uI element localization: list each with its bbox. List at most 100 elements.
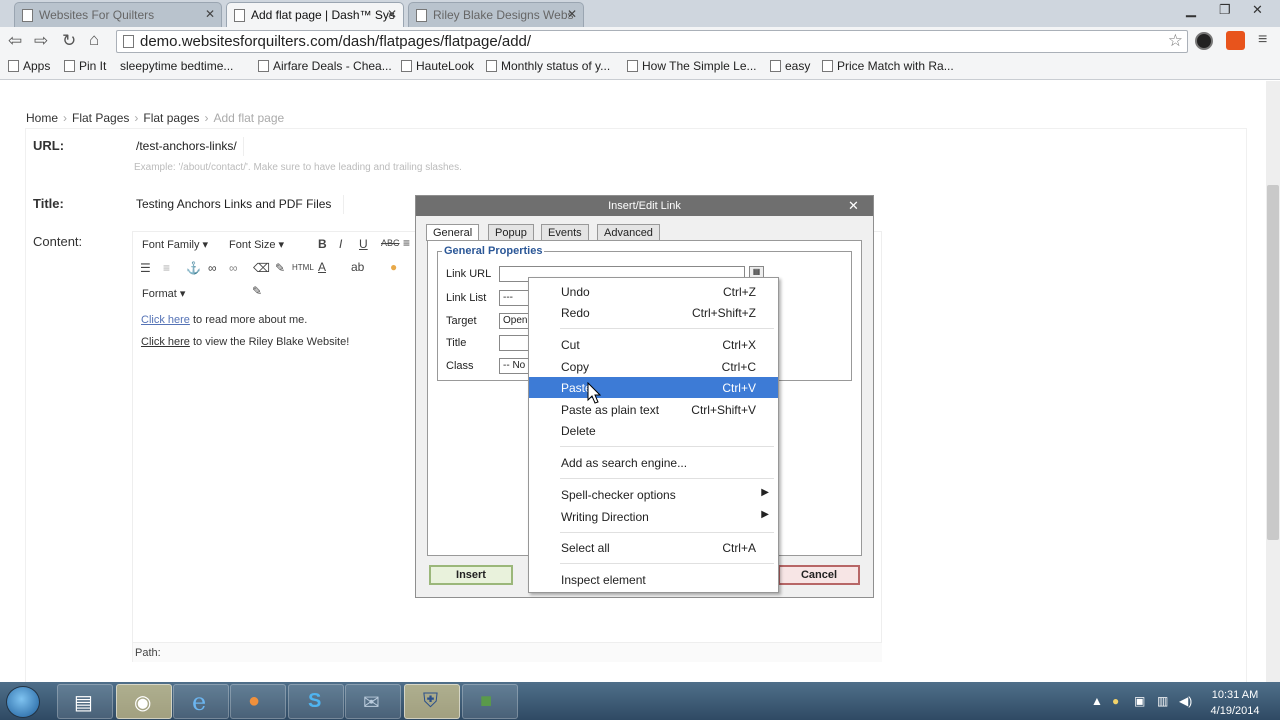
taskbar-chrome[interactable]: ◉ xyxy=(116,684,172,719)
chrome-menu-icon[interactable]: ≡ xyxy=(1258,31,1272,49)
breadcrumb-home[interactable]: Home xyxy=(26,111,58,125)
menu-item-inspect-element[interactable]: Inspect element xyxy=(529,569,778,590)
menu-item-add-search-engine[interactable]: Add as search engine... xyxy=(529,452,778,473)
breadcrumb-current: Add flat page xyxy=(213,111,285,125)
tab-websites-for-quilters[interactable]: Websites For Quilters ✕ xyxy=(14,2,222,27)
close-tab-icon[interactable]: ✕ xyxy=(387,7,397,21)
tab-add-flat-page[interactable]: Add flat page | Dash™ Sys ✕ xyxy=(226,2,404,27)
format-select[interactable]: Format ▾ xyxy=(142,287,185,300)
taskbar-explorer[interactable]: ▤ xyxy=(57,684,113,719)
bold-icon[interactable]: B xyxy=(318,237,327,251)
extension-icon[interactable] xyxy=(1195,32,1213,50)
tab-events[interactable]: Events xyxy=(541,224,589,241)
anchor-icon[interactable]: ⚓ xyxy=(186,261,201,275)
edit-icon[interactable]: ✎ xyxy=(252,284,262,298)
editor-link-2[interactable]: Click here xyxy=(141,336,190,348)
page-icon xyxy=(627,60,638,72)
highlight-color-icon[interactable]: ab xyxy=(351,260,364,274)
close-icon[interactable]: ✕ xyxy=(848,198,859,214)
bookmark-star-icon[interactable]: ☆ xyxy=(1168,31,1183,51)
menu-item-cut[interactable]: Cut Ctrl+X xyxy=(529,334,778,355)
back-icon[interactable]: ⇦ xyxy=(8,31,22,51)
close-window-icon[interactable]: ✕ xyxy=(1252,2,1263,18)
insert-button[interactable]: Insert xyxy=(429,565,513,585)
title-input[interactable]: Testing Anchors Links and PDF Files xyxy=(132,195,344,214)
volume-icon[interactable]: ◀) xyxy=(1179,694,1192,708)
tray-device-icon[interactable]: ▣ xyxy=(1134,694,1145,708)
italic-icon[interactable]: I xyxy=(339,237,342,251)
title-field-input[interactable] xyxy=(499,335,529,351)
scrollbar-thumb[interactable] xyxy=(1267,185,1279,540)
tab-popup[interactable]: Popup xyxy=(488,224,534,241)
bookmark-airfare[interactable]: Airfare Deals - Chea... xyxy=(258,59,392,73)
menu-item-copy[interactable]: Copy Ctrl+C xyxy=(529,356,778,377)
cancel-button[interactable]: Cancel xyxy=(778,565,860,585)
bookmark-how-the-simple[interactable]: How The Simple Le... xyxy=(627,59,757,73)
menu-item-redo[interactable]: Redo Ctrl+Shift+Z xyxy=(529,302,778,323)
editor-text-2: to view the Riley Blake Website! xyxy=(189,336,350,348)
cleanup-icon[interactable]: ⌫ xyxy=(253,261,270,275)
tab-advanced[interactable]: Advanced xyxy=(597,224,660,241)
unlink-icon[interactable]: ∞ xyxy=(229,261,238,275)
menu-item-writing-direction[interactable]: Writing Direction ▶ xyxy=(529,506,778,527)
show-hidden-icons[interactable]: ▲ xyxy=(1091,694,1103,708)
html-source-icon[interactable]: HTML xyxy=(292,263,314,272)
taskbar-app[interactable]: ✉ xyxy=(345,684,401,719)
bullet-list-icon[interactable]: ☰ xyxy=(140,261,151,275)
text-color-icon[interactable]: A xyxy=(318,260,326,274)
menu-item-undo[interactable]: Undo Ctrl+Z xyxy=(529,281,778,302)
tab-general[interactable]: General xyxy=(426,224,480,241)
address-bar[interactable]: demo.websitesforquilters.com/dash/flatpa… xyxy=(116,30,1188,53)
bookmark-easy[interactable]: easy xyxy=(770,59,810,73)
editor-link-1[interactable]: Click here xyxy=(141,314,190,326)
system-clock[interactable]: 10:31 AM 4/19/2014 xyxy=(1206,687,1264,719)
font-family-select[interactable]: Font Family ▾ xyxy=(142,238,208,251)
page-icon xyxy=(822,60,833,72)
strikethrough-icon[interactable]: ABC xyxy=(381,238,400,248)
tab-riley-blake[interactable]: Riley Blake Designs Webs ✕ xyxy=(408,2,584,27)
bookmark-pin-it[interactable]: Pin It xyxy=(64,59,106,73)
taskbar-ie[interactable]: e xyxy=(173,684,229,719)
menu-item-spell-checker[interactable]: Spell-checker options ▶ xyxy=(529,484,778,505)
emoticon-icon[interactable]: ● xyxy=(390,260,397,274)
bookmark-sleepytime[interactable]: sleepytime bedtime... xyxy=(120,59,233,73)
url-text[interactable]: demo.websitesforquilters.com/dash/flatpa… xyxy=(140,33,531,50)
link-list-select[interactable]: --- xyxy=(499,290,529,306)
reload-icon[interactable]: ↻ xyxy=(62,31,76,51)
url-input[interactable]: /test-anchors-links/ xyxy=(132,137,244,156)
menu-item-paste[interactable]: Paste Ctrl+V xyxy=(529,377,778,398)
taskbar-recorder[interactable]: ■ xyxy=(462,684,518,719)
rss-extension-icon[interactable] xyxy=(1226,31,1245,50)
underline-icon[interactable]: U xyxy=(359,237,368,251)
minimize-window-icon[interactable]: ▁ xyxy=(1186,2,1196,18)
bookmark-hautelook[interactable]: HauteLook xyxy=(401,59,474,73)
start-button-icon[interactable] xyxy=(6,686,40,718)
clock-time: 10:31 AM xyxy=(1211,689,1259,701)
bookmark-price-match[interactable]: Price Match with Ra... xyxy=(822,59,954,73)
bookmark-apps[interactable]: Apps xyxy=(8,59,50,73)
close-tab-icon[interactable]: ✕ xyxy=(205,7,215,21)
bookmark-monthly-status[interactable]: Monthly status of y... xyxy=(486,59,610,73)
forward-icon[interactable]: ⇨ xyxy=(34,31,48,51)
taskbar-skype[interactable]: S xyxy=(288,684,344,719)
breadcrumb-flat-pages-model[interactable]: Flat pages xyxy=(143,111,199,125)
brush-icon[interactable]: ✎ xyxy=(275,261,285,275)
network-icon[interactable]: ▥ xyxy=(1157,694,1168,708)
target-select[interactable]: Open xyxy=(499,313,529,329)
link-icon[interactable]: ∞ xyxy=(208,261,217,275)
menu-item-delete[interactable]: Delete xyxy=(529,420,778,441)
align-left-icon[interactable]: ≡ xyxy=(403,236,410,250)
dialog-title[interactable]: Insert/Edit Link xyxy=(416,196,873,216)
taskbar-security[interactable]: ⛨ xyxy=(404,684,460,719)
tray-app-icon[interactable]: ● xyxy=(1112,694,1119,708)
breadcrumb-flat-pages[interactable]: Flat Pages xyxy=(72,111,129,125)
menu-item-select-all[interactable]: Select all Ctrl+A xyxy=(529,537,778,558)
font-size-select[interactable]: Font Size ▾ xyxy=(229,238,284,251)
class-select[interactable]: -- No xyxy=(499,358,529,374)
home-icon[interactable]: ⌂ xyxy=(89,30,99,50)
maximize-window-icon[interactable]: ❐ xyxy=(1219,2,1231,18)
menu-item-paste-plain[interactable]: Paste as plain text Ctrl+Shift+V xyxy=(529,399,778,420)
close-tab-icon[interactable]: ✕ xyxy=(567,7,577,21)
numbered-list-icon[interactable]: ≡ xyxy=(163,261,170,275)
taskbar-firefox[interactable]: ● xyxy=(230,684,286,719)
